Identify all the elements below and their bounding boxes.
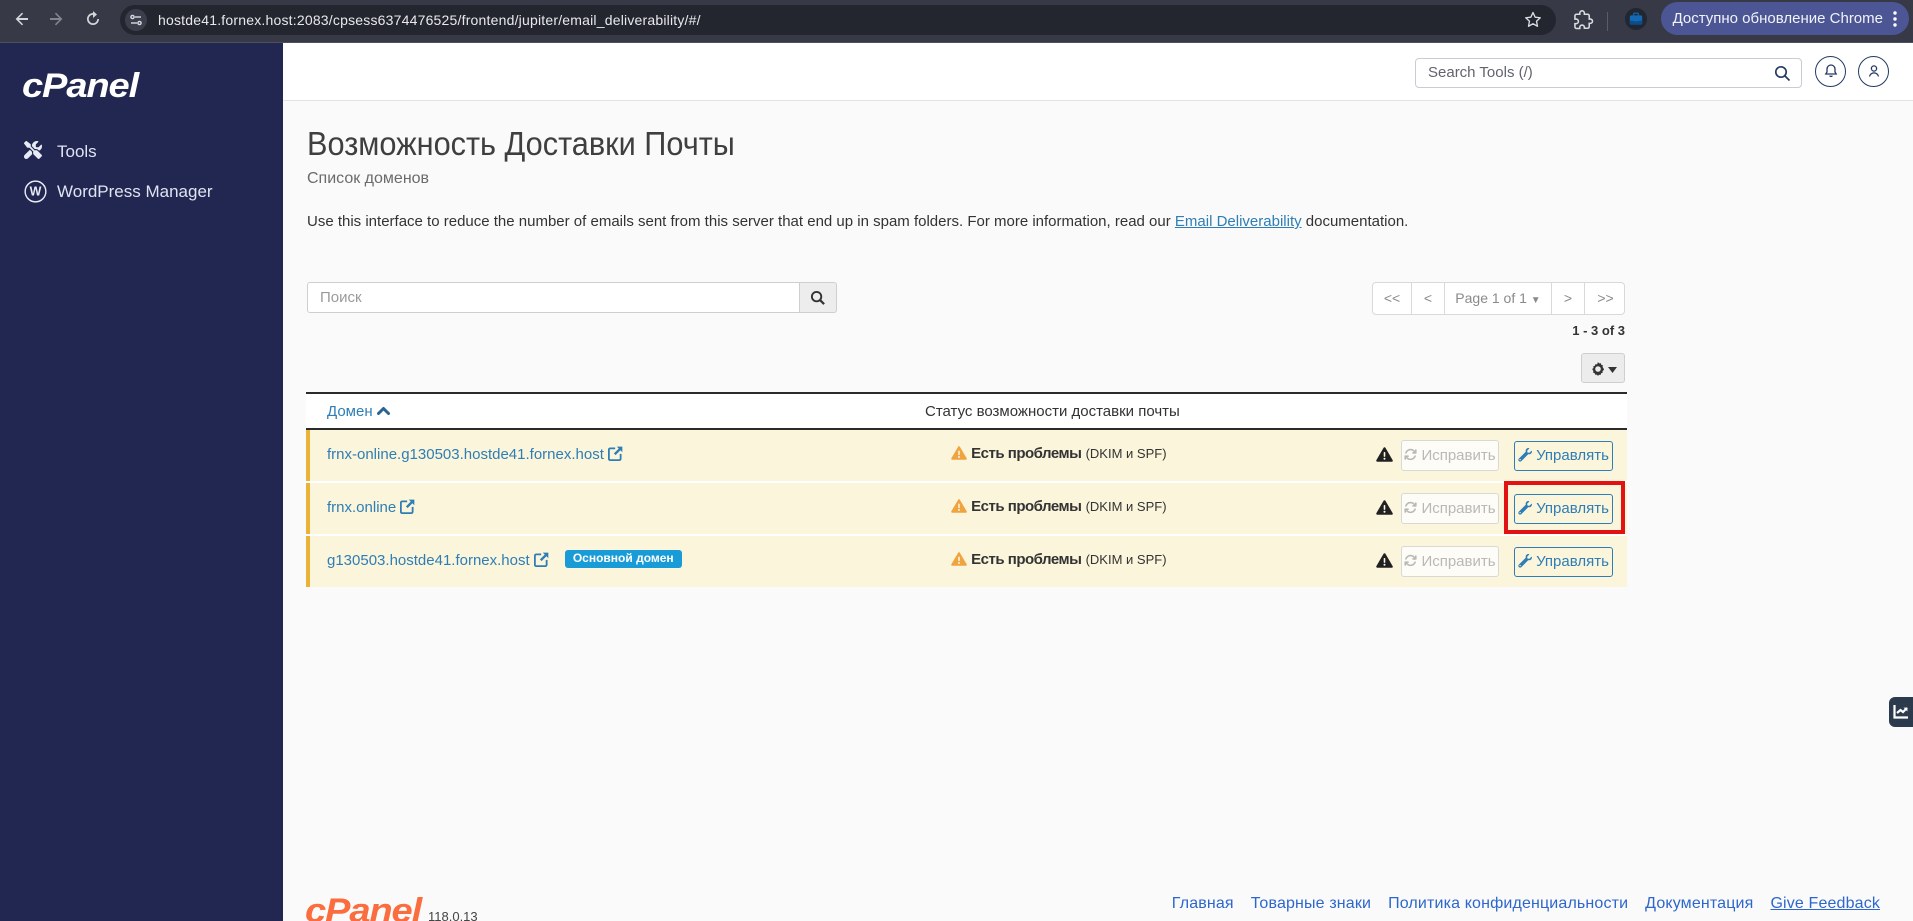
svg-text:W: W bbox=[30, 185, 42, 199]
